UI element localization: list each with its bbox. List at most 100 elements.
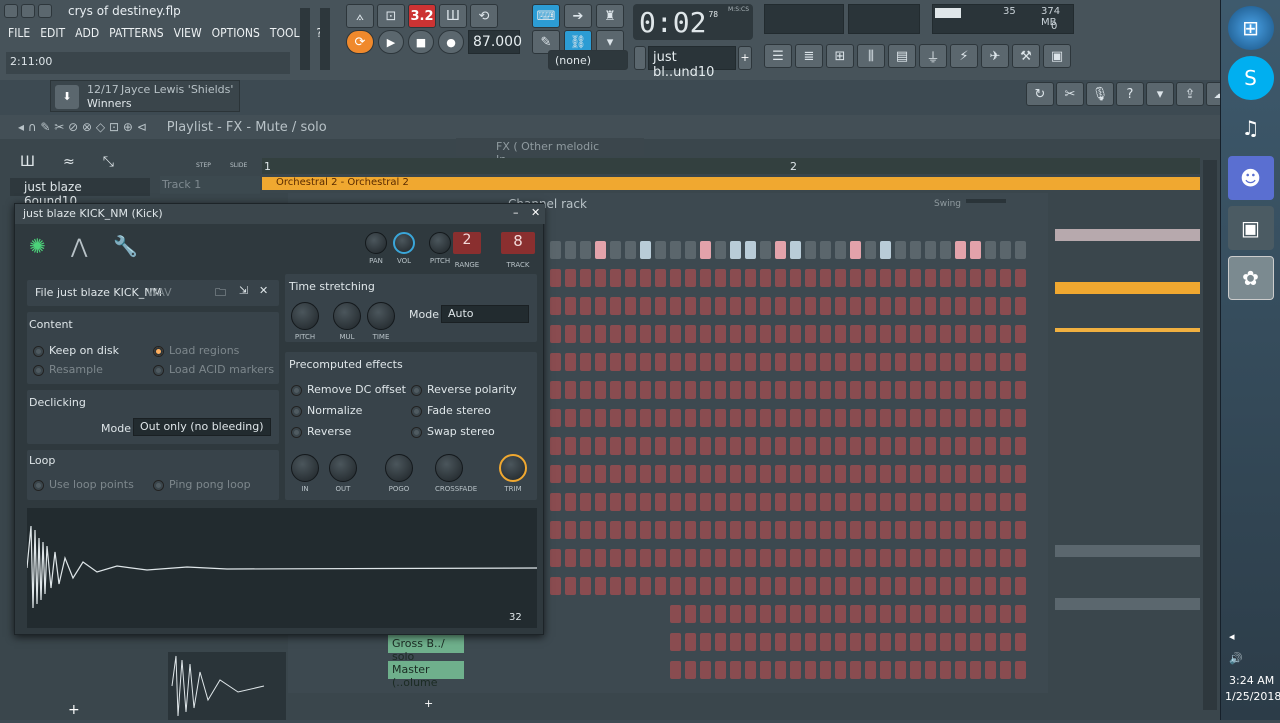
step-button[interactable] — [685, 493, 696, 511]
step-button[interactable] — [880, 241, 891, 259]
browser-icon[interactable]: ▤ — [888, 44, 916, 68]
step-button[interactable] — [1015, 661, 1026, 679]
step-button[interactable] — [610, 465, 621, 483]
step-button[interactable] — [550, 269, 561, 287]
step-button[interactable] — [1000, 269, 1011, 287]
step-button[interactable] — [655, 437, 666, 455]
step-button[interactable] — [940, 605, 951, 623]
step-button[interactable] — [805, 381, 816, 399]
step-button[interactable] — [985, 605, 996, 623]
playlist-timeline[interactable]: 1 2 — [262, 158, 1200, 174]
music-app-icon[interactable]: ♫ — [1228, 106, 1274, 150]
step-button[interactable] — [985, 577, 996, 595]
export-icon[interactable]: ⇪ — [1176, 82, 1204, 106]
step-button[interactable] — [550, 437, 561, 455]
step-button[interactable] — [580, 381, 591, 399]
step-button[interactable] — [835, 577, 846, 595]
step-button[interactable] — [1015, 325, 1026, 343]
step-button[interactable] — [775, 465, 786, 483]
step-button[interactable] — [985, 409, 996, 427]
step-button[interactable] — [805, 521, 816, 539]
step-button[interactable] — [865, 521, 876, 539]
step-button[interactable] — [790, 325, 801, 343]
step-button[interactable] — [970, 297, 981, 315]
step-button[interactable] — [820, 353, 831, 371]
step-button[interactable] — [685, 465, 696, 483]
minimize-icon[interactable] — [4, 4, 18, 18]
step-button[interactable] — [760, 465, 771, 483]
step-button[interactable] — [625, 381, 636, 399]
step-button[interactable] — [640, 241, 651, 259]
step-button[interactable] — [820, 409, 831, 427]
step-button[interactable] — [880, 297, 891, 315]
step-button[interactable] — [595, 521, 606, 539]
step-button[interactable] — [925, 269, 936, 287]
step-button[interactable] — [595, 409, 606, 427]
discord-icon[interactable]: ☻ — [1227, 156, 1274, 200]
step-button[interactable] — [895, 297, 906, 315]
step-button[interactable] — [640, 521, 651, 539]
step-button[interactable] — [565, 325, 576, 343]
arrow-right-icon[interactable]: ➔ — [564, 4, 592, 28]
browser-step-icon[interactable]: Ш — [20, 154, 35, 170]
playlist-clip-gray-2[interactable] — [1055, 598, 1200, 610]
step-button[interactable] — [835, 297, 846, 315]
menu-patterns[interactable]: PATTERNS — [109, 26, 163, 40]
step-button[interactable] — [715, 633, 726, 651]
step-button[interactable] — [835, 353, 846, 371]
crossfade-knob[interactable]: CROSSFADE — [435, 454, 477, 493]
step-button[interactable] — [910, 325, 921, 343]
step-button[interactable] — [865, 465, 876, 483]
step-button[interactable] — [925, 577, 936, 595]
step-button[interactable] — [685, 577, 696, 595]
step-button[interactable] — [685, 269, 696, 287]
start-button-icon[interactable]: ⊞ — [1227, 6, 1274, 50]
step-button[interactable] — [850, 577, 861, 595]
fade-stereo-option[interactable]: Fade stereo — [411, 404, 491, 417]
step-button[interactable] — [850, 437, 861, 455]
step-button[interactable] — [805, 269, 816, 287]
step-button[interactable] — [655, 493, 666, 511]
step-button[interactable] — [865, 493, 876, 511]
step-button[interactable] — [610, 521, 621, 539]
step-button[interactable] — [835, 605, 846, 623]
step-button[interactable] — [730, 381, 741, 399]
step-button[interactable] — [685, 633, 696, 651]
play-button[interactable]: ▶ — [378, 30, 404, 54]
step-button[interactable] — [775, 605, 786, 623]
step-button[interactable] — [970, 325, 981, 343]
step-button[interactable] — [730, 577, 741, 595]
step-button[interactable] — [865, 269, 876, 287]
step-button[interactable] — [760, 633, 771, 651]
step-button[interactable] — [1000, 241, 1011, 259]
step-button[interactable] — [685, 297, 696, 315]
step-button[interactable] — [925, 465, 936, 483]
step-button[interactable] — [625, 577, 636, 595]
step-button[interactable] — [805, 241, 816, 259]
step-button[interactable] — [1000, 521, 1011, 539]
step-button[interactable] — [835, 633, 846, 651]
keep-on-disk-option[interactable]: Keep on disk — [33, 344, 119, 357]
step-button[interactable] — [880, 577, 891, 595]
step-button[interactable] — [760, 409, 771, 427]
monitor-app-icon[interactable]: ▣ — [1227, 206, 1274, 250]
step-button[interactable] — [745, 661, 756, 679]
step-button[interactable] — [655, 241, 666, 259]
step-button[interactable] — [625, 465, 636, 483]
pitch-knob[interactable]: PITCH — [429, 232, 451, 265]
reverse-option[interactable]: Reverse — [291, 425, 351, 438]
step-button[interactable] — [985, 241, 996, 259]
step-button[interactable] — [580, 325, 591, 343]
pat-song-toggle[interactable]: ⟳ — [346, 30, 374, 54]
step-button[interactable] — [715, 465, 726, 483]
step-button[interactable] — [730, 297, 741, 315]
step-button[interactable] — [745, 269, 756, 287]
channel-gross-beat[interactable]: Gross B../ solo — [388, 635, 464, 663]
step-button[interactable] — [670, 381, 681, 399]
step-button[interactable] — [640, 409, 651, 427]
step-button[interactable] — [850, 325, 861, 343]
step-button[interactable] — [775, 577, 786, 595]
step-button[interactable] — [910, 577, 921, 595]
step-button[interactable] — [970, 409, 981, 427]
step-button[interactable] — [805, 493, 816, 511]
